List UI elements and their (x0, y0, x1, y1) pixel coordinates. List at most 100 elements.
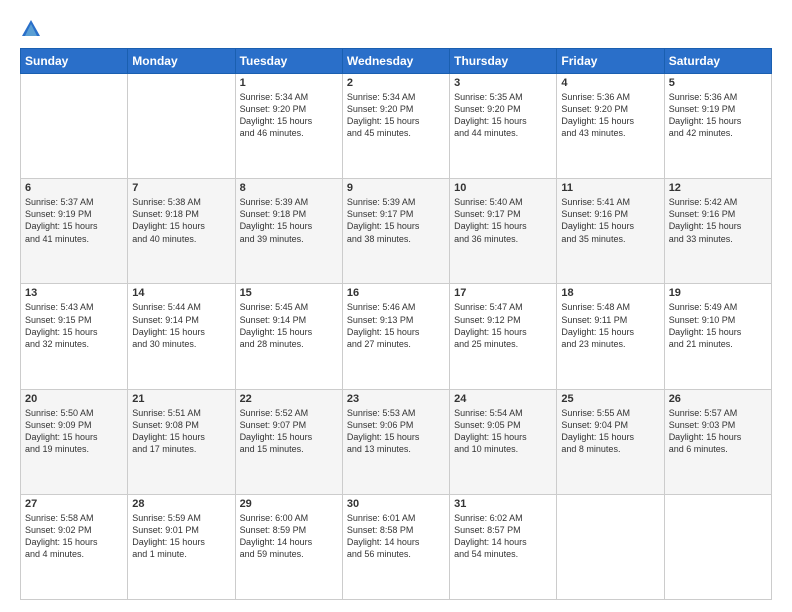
day-info: Sunrise: 5:35 AM Sunset: 9:20 PM Dayligh… (454, 91, 552, 140)
calendar-cell: 29 Sunrise: 6:00 AM Sunset: 8:59 PM Dayli… (235, 494, 342, 599)
day-info: Sunrise: 5:49 AM Sunset: 9:10 PM Dayligh… (669, 301, 767, 350)
calendar-cell: 26 Sunrise: 5:57 AM Sunset: 9:03 PM Dayli… (664, 389, 771, 494)
day-info: Sunrise: 5:46 AM Sunset: 9:13 PM Dayligh… (347, 301, 445, 350)
day-info: Sunrise: 5:38 AM Sunset: 9:18 PM Dayligh… (132, 196, 230, 245)
day-info: Sunrise: 5:58 AM Sunset: 9:02 PM Dayligh… (25, 512, 123, 561)
day-info: Sunrise: 5:45 AM Sunset: 9:14 PM Dayligh… (240, 301, 338, 350)
day-number: 2 (347, 77, 445, 89)
calendar-cell: 2 Sunrise: 5:34 AM Sunset: 9:20 PM Daylig… (342, 74, 449, 179)
calendar-cell: 11 Sunrise: 5:41 AM Sunset: 9:16 PM Dayli… (557, 179, 664, 284)
page: SundayMondayTuesdayWednesdayThursdayFrid… (0, 0, 792, 612)
day-number: 6 (25, 182, 123, 194)
calendar-cell (557, 494, 664, 599)
calendar-cell (128, 74, 235, 179)
day-info: Sunrise: 5:50 AM Sunset: 9:09 PM Dayligh… (25, 407, 123, 456)
calendar-header-friday: Friday (557, 49, 664, 74)
calendar-header-row: SundayMondayTuesdayWednesdayThursdayFrid… (21, 49, 772, 74)
day-info: Sunrise: 5:36 AM Sunset: 9:20 PM Dayligh… (561, 91, 659, 140)
day-number: 31 (454, 498, 552, 510)
calendar-week-row: 6 Sunrise: 5:37 AM Sunset: 9:19 PM Daylig… (21, 179, 772, 284)
header (20, 18, 772, 40)
day-info: Sunrise: 5:53 AM Sunset: 9:06 PM Dayligh… (347, 407, 445, 456)
day-info: Sunrise: 5:52 AM Sunset: 9:07 PM Dayligh… (240, 407, 338, 456)
calendar-cell: 1 Sunrise: 5:34 AM Sunset: 9:20 PM Daylig… (235, 74, 342, 179)
day-info: Sunrise: 5:57 AM Sunset: 9:03 PM Dayligh… (669, 407, 767, 456)
day-info: Sunrise: 5:47 AM Sunset: 9:12 PM Dayligh… (454, 301, 552, 350)
calendar-cell: 18 Sunrise: 5:48 AM Sunset: 9:11 PM Dayli… (557, 284, 664, 389)
day-info: Sunrise: 5:34 AM Sunset: 9:20 PM Dayligh… (347, 91, 445, 140)
day-number: 10 (454, 182, 552, 194)
calendar-cell: 22 Sunrise: 5:52 AM Sunset: 9:07 PM Dayli… (235, 389, 342, 494)
calendar-cell: 15 Sunrise: 5:45 AM Sunset: 9:14 PM Dayli… (235, 284, 342, 389)
day-info: Sunrise: 5:55 AM Sunset: 9:04 PM Dayligh… (561, 407, 659, 456)
calendar-cell: 6 Sunrise: 5:37 AM Sunset: 9:19 PM Daylig… (21, 179, 128, 284)
day-info: Sunrise: 5:36 AM Sunset: 9:19 PM Dayligh… (669, 91, 767, 140)
calendar-cell: 19 Sunrise: 5:49 AM Sunset: 9:10 PM Dayli… (664, 284, 771, 389)
day-number: 28 (132, 498, 230, 510)
calendar-cell: 9Sunrise: 5:39 AM Sunset: 9:17 PM Daylig… (342, 179, 449, 284)
day-info: Sunrise: 5:44 AM Sunset: 9:14 PM Dayligh… (132, 301, 230, 350)
day-number: 21 (132, 393, 230, 405)
day-number: 1 (240, 77, 338, 89)
day-number: 11 (561, 182, 659, 194)
day-info: Sunrise: 5:40 AM Sunset: 9:17 PM Dayligh… (454, 196, 552, 245)
day-number: 9 (347, 182, 445, 194)
day-number: 4 (561, 77, 659, 89)
day-number: 25 (561, 393, 659, 405)
day-number: 19 (669, 287, 767, 299)
calendar-cell: 27Sunrise: 5:58 AM Sunset: 9:02 PM Dayli… (21, 494, 128, 599)
day-number: 5 (669, 77, 767, 89)
day-number: 26 (669, 393, 767, 405)
calendar-week-row: 1 Sunrise: 5:34 AM Sunset: 9:20 PM Daylig… (21, 74, 772, 179)
day-info: Sunrise: 5:41 AM Sunset: 9:16 PM Dayligh… (561, 196, 659, 245)
day-info: Sunrise: 5:42 AM Sunset: 9:16 PM Dayligh… (669, 196, 767, 245)
calendar-cell: 10 Sunrise: 5:40 AM Sunset: 9:17 PM Dayli… (450, 179, 557, 284)
day-number: 7 (132, 182, 230, 194)
calendar-cell: 28 Sunrise: 5:59 AM Sunset: 9:01 PM Dayli… (128, 494, 235, 599)
day-number: 15 (240, 287, 338, 299)
calendar-cell: 21 Sunrise: 5:51 AM Sunset: 9:08 PM Dayli… (128, 389, 235, 494)
calendar-cell: 31 Sunrise: 6:02 AM Sunset: 8:57 PM Dayli… (450, 494, 557, 599)
calendar-header-wednesday: Wednesday (342, 49, 449, 74)
calendar-header-saturday: Saturday (664, 49, 771, 74)
day-number: 18 (561, 287, 659, 299)
calendar-cell: 16 Sunrise: 5:46 AM Sunset: 9:13 PM Dayli… (342, 284, 449, 389)
day-number: 23 (347, 393, 445, 405)
calendar-cell: 13Sunrise: 5:43 AM Sunset: 9:15 PM Dayli… (21, 284, 128, 389)
calendar-cell (21, 74, 128, 179)
calendar-cell: 3Sunrise: 5:35 AM Sunset: 9:20 PM Daylig… (450, 74, 557, 179)
calendar-cell: 14Sunrise: 5:44 AM Sunset: 9:14 PM Dayli… (128, 284, 235, 389)
calendar-cell: 30 Sunrise: 6:01 AM Sunset: 8:58 PM Dayli… (342, 494, 449, 599)
calendar-cell: 5 Sunrise: 5:36 AM Sunset: 9:19 PM Daylig… (664, 74, 771, 179)
calendar-cell: 8Sunrise: 5:39 AM Sunset: 9:18 PM Daylig… (235, 179, 342, 284)
calendar-header-tuesday: Tuesday (235, 49, 342, 74)
day-number: 20 (25, 393, 123, 405)
calendar-header-sunday: Sunday (21, 49, 128, 74)
day-info: Sunrise: 5:48 AM Sunset: 9:11 PM Dayligh… (561, 301, 659, 350)
calendar-cell: 7 Sunrise: 5:38 AM Sunset: 9:18 PM Daylig… (128, 179, 235, 284)
day-number: 24 (454, 393, 552, 405)
day-info: Sunrise: 5:59 AM Sunset: 9:01 PM Dayligh… (132, 512, 230, 561)
day-info: Sunrise: 5:34 AM Sunset: 9:20 PM Dayligh… (240, 91, 338, 140)
day-info: Sunrise: 5:51 AM Sunset: 9:08 PM Dayligh… (132, 407, 230, 456)
day-info: Sunrise: 5:37 AM Sunset: 9:19 PM Dayligh… (25, 196, 123, 245)
calendar-cell: 12Sunrise: 5:42 AM Sunset: 9:16 PM Dayli… (664, 179, 771, 284)
calendar-cell: 25 Sunrise: 5:55 AM Sunset: 9:04 PM Dayli… (557, 389, 664, 494)
calendar-cell: 23 Sunrise: 5:53 AM Sunset: 9:06 PM Dayli… (342, 389, 449, 494)
day-number: 8 (240, 182, 338, 194)
calendar-cell: 17 Sunrise: 5:47 AM Sunset: 9:12 PM Dayli… (450, 284, 557, 389)
calendar-week-row: 13Sunrise: 5:43 AM Sunset: 9:15 PM Dayli… (21, 284, 772, 389)
calendar-cell (664, 494, 771, 599)
day-info: Sunrise: 6:00 AM Sunset: 8:59 PM Dayligh… (240, 512, 338, 561)
day-number: 17 (454, 287, 552, 299)
day-info: Sunrise: 6:01 AM Sunset: 8:58 PM Dayligh… (347, 512, 445, 561)
day-info: Sunrise: 6:02 AM Sunset: 8:57 PM Dayligh… (454, 512, 552, 561)
day-number: 22 (240, 393, 338, 405)
calendar-week-row: 27Sunrise: 5:58 AM Sunset: 9:02 PM Dayli… (21, 494, 772, 599)
calendar-header-thursday: Thursday (450, 49, 557, 74)
day-info: Sunrise: 5:43 AM Sunset: 9:15 PM Dayligh… (25, 301, 123, 350)
day-number: 30 (347, 498, 445, 510)
day-number: 29 (240, 498, 338, 510)
calendar-table: SundayMondayTuesdayWednesdayThursdayFrid… (20, 48, 772, 600)
day-number: 16 (347, 287, 445, 299)
